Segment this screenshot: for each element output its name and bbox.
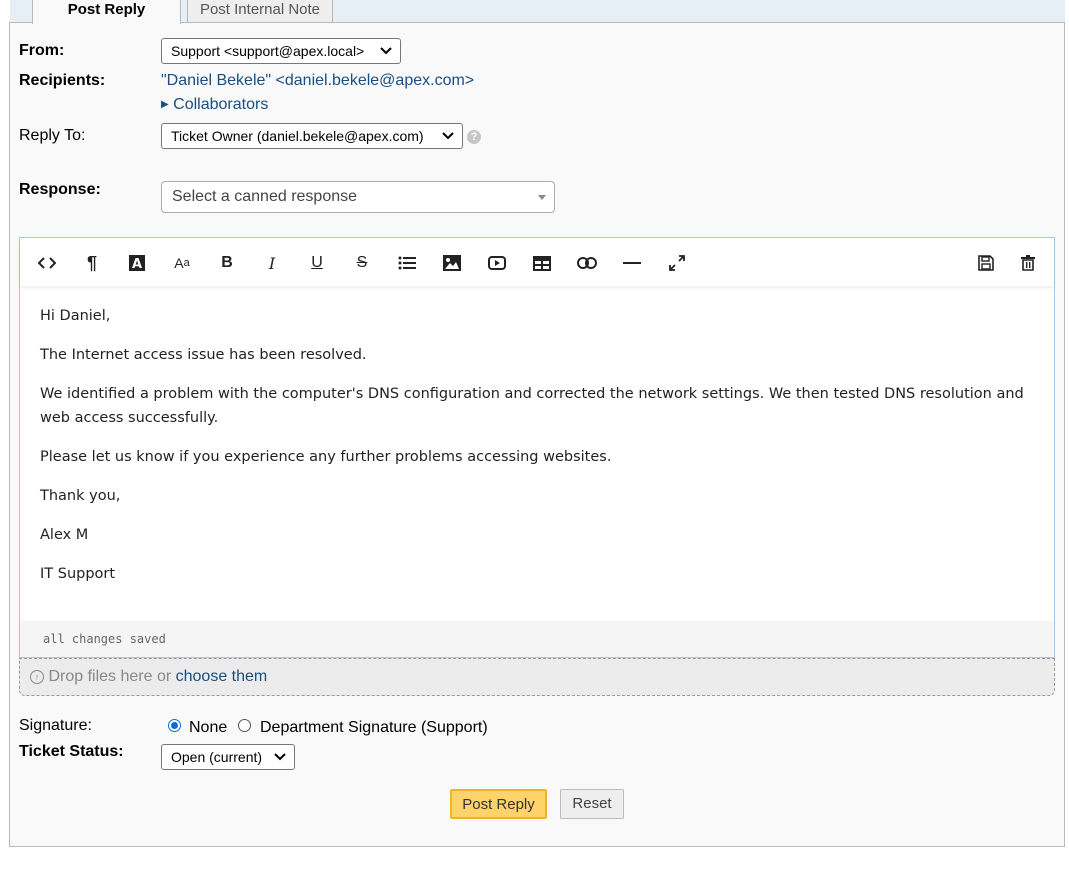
- response-label: Response:: [19, 181, 101, 198]
- svg-text:A: A: [132, 257, 142, 272]
- collaborators-toggle[interactable]: ▶ Collaborators: [161, 96, 268, 114]
- strikethrough-icon[interactable]: S: [351, 252, 373, 274]
- recipients-label: Recipients:: [19, 72, 106, 89]
- recipient-name: "Daniel Bekele": [161, 72, 272, 89]
- image-icon[interactable]: [441, 252, 463, 274]
- choose-files-link[interactable]: choose them: [176, 668, 268, 685]
- editor-paragraph: Thank you,: [40, 488, 121, 504]
- recipient-email: <daniel.bekele@apex.com>: [271, 72, 475, 89]
- paragraph-icon[interactable]: ¶: [81, 252, 103, 274]
- from-value: Support <support@apex.local>: [171, 43, 365, 59]
- help-icon[interactable]: ?: [467, 130, 481, 144]
- collaborators-label: Collaborators: [173, 96, 269, 113]
- tab-post-internal-note[interactable]: Post Internal Note: [187, 0, 333, 22]
- table-icon[interactable]: [531, 252, 553, 274]
- underline-icon[interactable]: U: [306, 252, 328, 274]
- reply-to-value: Ticket Owner (daniel.bekele@apex.com): [171, 128, 424, 144]
- reply-to-label: Reply To:: [19, 127, 86, 144]
- dropzone-text: Drop files here or: [48, 668, 176, 685]
- from-select[interactable]: Support <support@apex.local>: [161, 38, 401, 64]
- recipient-link[interactable]: "Daniel Bekele" <daniel.bekele@apex.com>: [161, 72, 474, 90]
- chevron-down-icon: [442, 124, 454, 140]
- rich-text-editor: ¶ A Aa B I U S Hi Daniel, The Internet a…: [19, 237, 1055, 658]
- editor-paragraph: IT Support: [40, 566, 116, 582]
- signature-none-label: None: [189, 719, 228, 736]
- save-draft-icon[interactable]: [975, 252, 997, 274]
- editor-paragraph: Hi Daniel,: [40, 308, 111, 324]
- reset-button[interactable]: Reset: [560, 789, 624, 819]
- bold-icon[interactable]: B: [216, 252, 238, 274]
- ticket-status-select[interactable]: Open (current): [161, 744, 295, 770]
- post-reply-button[interactable]: Post Reply: [450, 789, 547, 819]
- ticket-status-label: Ticket Status:: [19, 743, 124, 760]
- signature-label: Signature:: [19, 717, 92, 734]
- chevron-down-icon: [380, 39, 392, 55]
- italic-icon[interactable]: I: [261, 252, 283, 274]
- file-dropzone[interactable]: ↑ Drop files here or choose them: [19, 658, 1055, 696]
- video-icon[interactable]: [486, 252, 508, 274]
- signature-none-radio[interactable]: [168, 719, 181, 732]
- signature-department-radio[interactable]: [238, 719, 251, 732]
- editor-paragraph: Please let us know if you experience any…: [40, 449, 612, 465]
- editor-paragraph: The Internet access issue has been resol…: [40, 347, 367, 363]
- from-label: From:: [19, 42, 65, 59]
- chevron-down-icon: [274, 745, 286, 761]
- ticket-status-value: Open (current): [171, 749, 263, 765]
- list-icon[interactable]: [396, 252, 418, 274]
- canned-response-select[interactable]: Select a canned response: [161, 181, 555, 213]
- horizontal-rule-icon[interactable]: [621, 252, 643, 274]
- tab-bar: Post Reply Post Internal Note: [10, 0, 1065, 24]
- fullscreen-icon[interactable]: [666, 252, 688, 274]
- tab-post-reply[interactable]: Post Reply: [32, 0, 181, 24]
- editor-content[interactable]: Hi Daniel, The Internet access issue has…: [40, 304, 1030, 601]
- caret-right-icon: ▶: [161, 99, 169, 110]
- editor-toolbar: ¶ A Aa B I U S: [20, 238, 1054, 286]
- delete-draft-icon[interactable]: [1017, 252, 1039, 274]
- link-icon[interactable]: [576, 252, 598, 274]
- editor-paragraph: We identified a problem with the compute…: [40, 386, 1024, 426]
- editor-paragraph: Alex M: [40, 527, 89, 543]
- canned-response-placeholder: Select a canned response: [172, 188, 358, 205]
- reply-to-select[interactable]: Ticket Owner (daniel.bekele@apex.com): [161, 123, 463, 149]
- editor-status: all changes saved: [20, 621, 1054, 657]
- font-color-icon[interactable]: A: [126, 252, 148, 274]
- upload-icon: ↑: [30, 670, 44, 684]
- signature-department-label: Department Signature (Support): [260, 719, 488, 736]
- code-view-icon[interactable]: [36, 252, 58, 274]
- dropdown-arrow-icon: [538, 195, 546, 200]
- font-size-icon[interactable]: Aa: [171, 252, 193, 274]
